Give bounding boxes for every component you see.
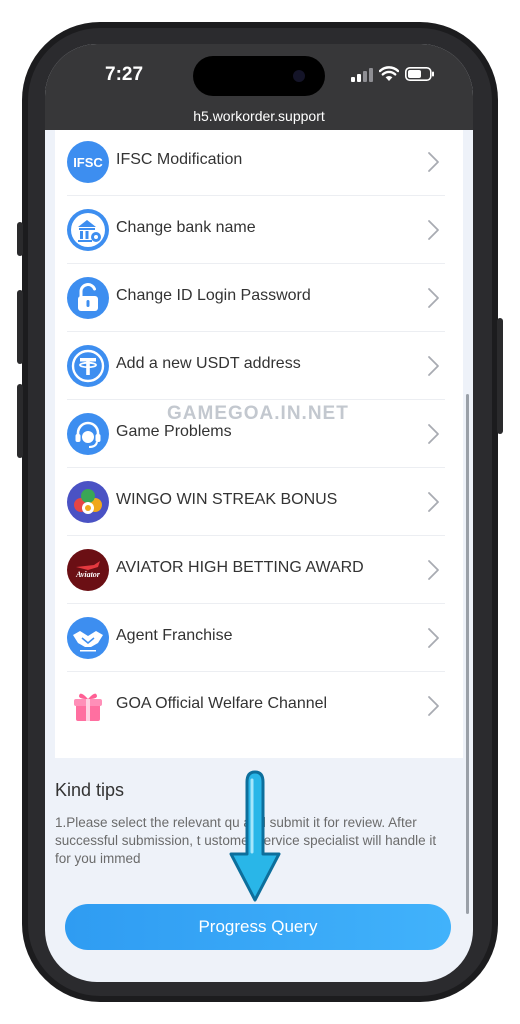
menu-item-label: AVIATOR HIGH BETTING AWARD (116, 559, 364, 576)
screen: 7:27 h5.workorder.support IFSC IFSC Modi… (45, 44, 473, 982)
menu-item-change-login-password[interactable]: Change ID Login Password (55, 264, 463, 332)
power-button (497, 318, 503, 434)
clock: 7:27 (105, 64, 144, 85)
camera-icon (293, 70, 305, 82)
chevron-right-icon (428, 356, 439, 376)
menu-item-label: Change ID Login Password (116, 287, 311, 304)
chevron-right-icon (428, 220, 439, 240)
menu-item-add-usdt-address[interactable]: Add a new USDT address (55, 332, 463, 400)
menu-item-label: Add a new USDT address (116, 355, 301, 372)
chevron-right-icon (428, 152, 439, 172)
volume-up-button (17, 290, 23, 364)
signal-icon (351, 68, 373, 82)
scrollbar[interactable] (466, 394, 469, 914)
action-button (17, 222, 23, 256)
svg-text:Aviator: Aviator (75, 570, 101, 579)
svg-text:IFSC: IFSC (73, 155, 103, 170)
menu-item-label: Change bank name (116, 219, 256, 236)
menu-item-agent-franchise[interactable]: Agent Franchise (55, 604, 463, 672)
chevron-right-icon (428, 560, 439, 580)
service-menu: IFSC IFSC Modification Change bank name (55, 130, 463, 758)
wifi-icon (379, 66, 399, 81)
arrow-down-icon (229, 770, 281, 902)
menu-item-label: GOA Official Welfare Channel (116, 695, 328, 712)
handshake-icon (67, 617, 109, 659)
ifsc-icon: IFSC (67, 141, 109, 183)
aviator-icon: Aviator (67, 549, 109, 591)
wingo-icon (67, 481, 109, 523)
volume-down-button (17, 384, 23, 458)
lock-icon (67, 277, 109, 319)
status-bar: 7:27 h5.workorder.support (45, 44, 473, 130)
chevron-right-icon (428, 492, 439, 512)
menu-item-label: IFSC Modification (116, 151, 243, 168)
menu-item-wingo-win-streak-bonus[interactable]: WINGO WIN STREAK BONUS (55, 468, 463, 536)
menu-item-ifsc-modification[interactable]: IFSC IFSC Modification (55, 130, 463, 196)
progress-query-button[interactable]: Progress Query (65, 904, 451, 950)
menu-item-goa-welfare-channel[interactable]: GOA Official Welfare Channel (55, 672, 463, 740)
chevron-right-icon (428, 696, 439, 716)
battery-icon (405, 67, 434, 81)
headset-icon (67, 413, 109, 455)
menu-item-label: Agent Franchise (116, 627, 233, 644)
usdt-icon (67, 345, 109, 387)
bank-icon (67, 209, 109, 251)
gift-icon (74, 693, 102, 721)
menu-item-label: Game Problems (116, 423, 232, 440)
menu-item-change-bank-name[interactable]: Change bank name (55, 196, 463, 264)
tips-title: Kind tips (55, 780, 125, 800)
watermark: GAMEGOA.IN.NET (167, 403, 349, 424)
dynamic-island (193, 56, 325, 96)
chevron-right-icon (428, 424, 439, 444)
chevron-right-icon (428, 628, 439, 648)
menu-item-label: WINGO WIN STREAK BONUS (116, 491, 338, 508)
menu-item-aviator-high-betting-award[interactable]: Aviator AVIATOR HIGH BETTING AWARD (55, 536, 463, 604)
url-bar[interactable]: h5.workorder.support (45, 108, 473, 124)
chevron-right-icon (428, 288, 439, 308)
